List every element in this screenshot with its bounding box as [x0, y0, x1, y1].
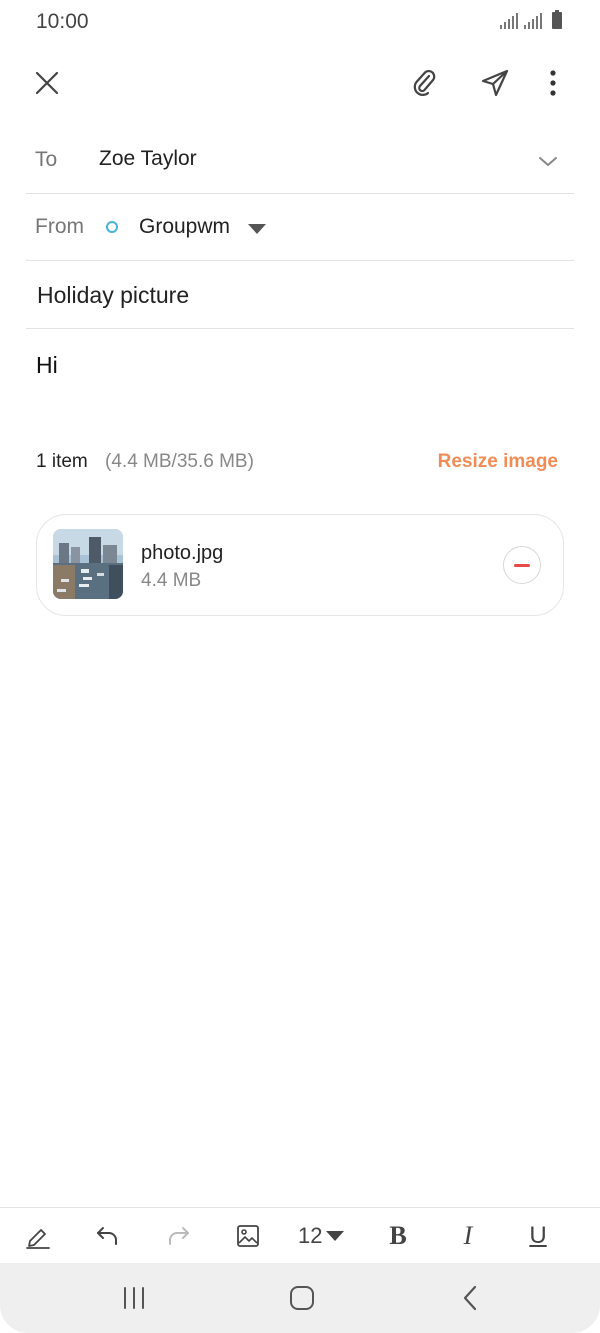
- attachment-total-size: (4.4 MB/35.6 MB): [105, 451, 254, 472]
- font-size-value: 12: [298, 1223, 323, 1248]
- back-button[interactable]: [440, 1271, 500, 1325]
- status-icons: [500, 10, 562, 29]
- formatting-toolbar: 12 B I U: [0, 1207, 600, 1263]
- back-icon: [463, 1285, 477, 1311]
- redo-icon: [169, 1227, 189, 1245]
- attachment-thumbnail: [53, 529, 123, 599]
- image-icon: [237, 1225, 259, 1247]
- account-color-dot-icon: [106, 221, 118, 233]
- to-row: To Zoe Taylor: [26, 126, 574, 194]
- undo-icon: [97, 1227, 117, 1245]
- font-size-dropdown[interactable]: 12: [298, 1208, 360, 1264]
- home-icon: [290, 1286, 314, 1310]
- paperclip-icon: [413, 69, 436, 96]
- attachment-file-size: 4.4 MB: [141, 570, 202, 591]
- recent-apps-icon: [124, 1287, 144, 1309]
- attachment-count: 1 item: [36, 451, 88, 472]
- attachment-summary: 1 item (4.4 MB/35.6 MB): [36, 451, 254, 473]
- message-body[interactable]: Hi: [36, 352, 58, 379]
- signal-icon: [500, 13, 518, 29]
- undo-button[interactable]: [84, 1208, 132, 1264]
- from-row[interactable]: From Groupwm: [26, 194, 574, 261]
- underline-button[interactable]: U: [514, 1208, 562, 1264]
- status-time: 10:00: [36, 10, 89, 33]
- send-button[interactable]: [468, 56, 522, 110]
- send-icon: [481, 69, 509, 97]
- status-bar: 10:00: [0, 0, 600, 44]
- more-options-button[interactable]: [526, 56, 580, 110]
- italic-label: I: [463, 1221, 473, 1250]
- close-button[interactable]: [20, 56, 74, 110]
- italic-button[interactable]: I: [444, 1208, 492, 1264]
- to-label: To: [35, 148, 58, 171]
- attach-button[interactable]: [398, 56, 452, 110]
- bold-label: B: [389, 1221, 407, 1250]
- handwriting-button[interactable]: [14, 1208, 62, 1264]
- close-icon: [35, 71, 59, 95]
- more-vertical-icon: [550, 70, 556, 96]
- subject-row: Holiday picture: [26, 261, 574, 329]
- resize-image-button[interactable]: Resize image: [438, 451, 558, 473]
- remove-attachment-button[interactable]: [503, 546, 541, 584]
- recent-apps-button[interactable]: [104, 1271, 164, 1325]
- signal-icon: [524, 13, 542, 29]
- compose-toolbar: [0, 56, 600, 110]
- dropdown-caret-icon[interactable]: [248, 224, 266, 234]
- attachment-item[interactable]: photo.jpg 4.4 MB: [36, 514, 564, 616]
- insert-image-button[interactable]: [224, 1208, 272, 1264]
- to-recipient-field[interactable]: Zoe Taylor: [99, 147, 197, 171]
- underline-label: U: [529, 1222, 547, 1249]
- pen-icon: [26, 1229, 50, 1249]
- home-button[interactable]: [272, 1271, 332, 1325]
- minus-icon: [514, 563, 530, 567]
- subject-field[interactable]: Holiday picture: [37, 282, 189, 309]
- battery-icon: [552, 10, 562, 29]
- attachment-file-name: photo.jpg: [141, 542, 224, 564]
- dropdown-caret-icon: [326, 1231, 345, 1241]
- system-navigation-bar: [0, 1263, 600, 1333]
- from-account-value[interactable]: Groupwm: [139, 215, 230, 239]
- bold-button[interactable]: B: [374, 1208, 422, 1264]
- chevron-down-icon[interactable]: [536, 150, 560, 174]
- from-label: From: [35, 215, 84, 238]
- redo-button[interactable]: [154, 1208, 202, 1264]
